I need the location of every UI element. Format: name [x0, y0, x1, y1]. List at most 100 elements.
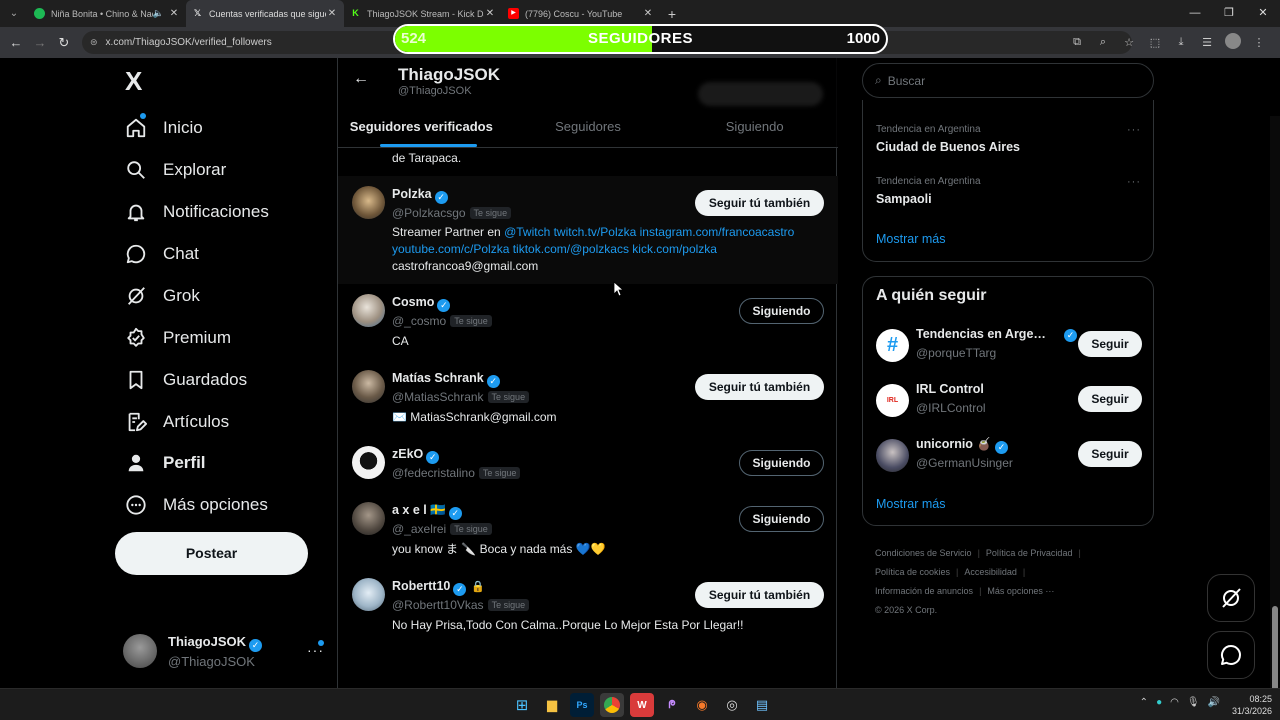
chevron-up-icon[interactable]: ⌃	[1140, 697, 1148, 708]
wifi-icon[interactable]: ◠	[1170, 697, 1179, 708]
wps-icon[interactable]: W	[630, 693, 654, 717]
back-icon[interactable]: ←	[4, 35, 28, 50]
following-button[interactable]: Siguiendo	[739, 298, 824, 324]
chrome-icon[interactable]	[600, 693, 624, 717]
footer-link[interactable]: Accesibilidad	[964, 567, 1017, 577]
close-icon[interactable]: ✕	[168, 8, 180, 19]
nav-item-profile[interactable]: Perfil	[125, 446, 206, 480]
show-more-link[interactable]: Mostrar más	[876, 232, 945, 246]
nav-item-home[interactable]: Inicio	[125, 111, 203, 145]
tab-1[interactable]: 𝕏 Cuentas verificadas que siguen ✕	[186, 0, 344, 27]
avatar[interactable]	[352, 446, 385, 479]
follow-back-button[interactable]: Seguir tú también	[695, 374, 824, 400]
notepad-icon[interactable]: ▤	[750, 693, 774, 717]
user-name[interactable]: Matías Schrank ✓	[392, 371, 500, 388]
zoom-icon[interactable]: ⌕	[1092, 36, 1114, 49]
star-icon[interactable]: ☆	[1118, 36, 1140, 49]
more-options-icon[interactable]: ···	[1127, 124, 1141, 136]
scrollbar[interactable]	[1270, 116, 1280, 688]
system-clock[interactable]: 08:25 31/3/2026	[1232, 693, 1272, 717]
list-item[interactable]: zEkO ✓ @fedecristalino Te sigue Siguiendo	[338, 436, 838, 492]
user-name[interactable]: Robertt10 ✓ 🔒	[392, 579, 485, 596]
account-switcher[interactable]: ThiagoJSOK ✓ @ThiagoJSOK ···	[123, 630, 333, 674]
avatar[interactable]	[352, 294, 385, 327]
windows-start-icon[interactable]: ⊞	[510, 693, 534, 717]
list-item[interactable]: a x e l 🇸🇪 ✓ @_axelrei Te sigue Siguiendo …	[338, 492, 838, 568]
nav-item-premium[interactable]: Premium	[125, 321, 231, 355]
user-name[interactable]: Cosmo ✓	[392, 295, 451, 312]
obs-icon[interactable]: ◎	[720, 693, 744, 717]
reload-icon[interactable]: ↻	[52, 35, 76, 51]
menu-icon[interactable]: ⋮	[1248, 36, 1270, 49]
show-more-link[interactable]: Mostrar más	[876, 497, 945, 511]
suggestion-row[interactable]: # Tendencias en Arge… ✓ @porqueTTarg Seg…	[876, 327, 1142, 367]
blender-icon[interactable]: ◉	[690, 693, 714, 717]
follow-back-button[interactable]: Seguir tú también	[695, 582, 824, 608]
footer-link[interactable]: Más opciones ···	[987, 586, 1054, 596]
new-tab-button[interactable]: +	[660, 6, 684, 22]
maximize-icon[interactable]: ❐	[1212, 0, 1246, 27]
follow-back-button[interactable]: Seguir tú también	[695, 190, 824, 216]
bio-links[interactable]: youtube.com/c/Polzka tiktok.com/@polzkac…	[392, 242, 717, 256]
avatar[interactable]	[352, 502, 385, 535]
file-explorer-icon[interactable]: ▆	[540, 693, 564, 717]
footer-link[interactable]: Política de Privacidad	[986, 548, 1073, 558]
tab-verified-followers[interactable]: Seguidores verificados	[338, 113, 505, 148]
back-arrow-icon[interactable]: ←	[353, 70, 369, 88]
tab-3[interactable]: ▶ (7796) Coscu - YouTube ✕	[502, 0, 660, 27]
bio-links[interactable]: @Twitch twitch.tv/Polzka instagram.com/f…	[504, 225, 794, 239]
nav-item-notifications[interactable]: Notificaciones	[125, 195, 269, 229]
avatar-icon[interactable]	[1222, 33, 1244, 52]
site-info-icon[interactable]: ⊜	[90, 37, 98, 48]
microphone-icon[interactable]: 🎙	[1187, 697, 1200, 708]
nav-item-grok[interactable]: Grok	[125, 279, 200, 313]
user-name[interactable]: zEkO ✓	[392, 447, 440, 464]
trend-item[interactable]: Tendencia en Argentina Ciudad de Buenos …	[876, 124, 1141, 154]
nav-item-more[interactable]: Más opciones	[125, 488, 268, 522]
follow-button[interactable]: Seguir	[1078, 331, 1142, 357]
suggestion-row[interactable]: IRL IRL Control @IRLControl Seguir	[876, 382, 1142, 422]
close-icon[interactable]: ✕	[484, 8, 496, 19]
search-input[interactable]: ⌕ Buscar	[862, 63, 1154, 98]
download-icon[interactable]: ⤓	[1170, 36, 1192, 49]
photoshop-icon[interactable]: Ps	[570, 693, 594, 717]
network-app-icon[interactable]: ●	[1156, 697, 1162, 708]
grok-fab-icon[interactable]	[1207, 574, 1255, 622]
nav-item-articles[interactable]: Artículos	[125, 405, 229, 439]
list-item[interactable]: Polzka ✓ @Polzkacsgo Te sigue Seguir tú ta…	[338, 176, 838, 284]
list-item[interactable]: Cosmo ✓ @_cosmo Te sigue Siguiendo CA	[338, 284, 838, 360]
extensions-icon[interactable]: ⬚	[1144, 36, 1166, 49]
list-item[interactable]: Matías Schrank ✓ @MatiasSchrank Te sigue S…	[338, 360, 838, 436]
chat-fab-icon[interactable]	[1207, 631, 1255, 679]
avatar[interactable]	[352, 578, 385, 611]
volume-icon[interactable]: 🔊	[1208, 697, 1220, 708]
trend-item[interactable]: Tendencia en Argentina Sampaoli ···	[876, 176, 1141, 206]
tab-following[interactable]: Siguiendo	[671, 113, 838, 148]
following-button[interactable]: Siguiendo	[739, 506, 824, 532]
reading-list-icon[interactable]: ☰	[1196, 36, 1218, 49]
forward-icon[interactable]: →	[28, 35, 52, 50]
user-name[interactable]: Polzka ✓	[392, 187, 448, 204]
nav-item-explore[interactable]: Explorar	[125, 153, 226, 187]
more-options-icon[interactable]: ···	[1127, 176, 1141, 188]
tab-followers[interactable]: Seguidores	[505, 113, 672, 148]
follow-button[interactable]: Seguir	[1078, 441, 1142, 467]
close-icon[interactable]: ✕	[326, 8, 338, 19]
close-window-icon[interactable]: ✕	[1246, 0, 1280, 27]
tab-0[interactable]: Niña Bonita • Chino & Nacho 🔈 ✕	[28, 0, 186, 27]
avatar[interactable]	[352, 186, 385, 219]
footer-link[interactable]: Información de anuncios	[875, 586, 973, 596]
suggestion-row[interactable]: unicornio 🧉 ✓ @GermanUsinger Seguir	[876, 437, 1142, 477]
cast-icon[interactable]: ⧉	[1066, 36, 1088, 49]
nav-item-bookmarks[interactable]: Guardados	[125, 363, 247, 397]
close-icon[interactable]: ✕	[642, 8, 654, 19]
scrollbar-thumb[interactable]	[1272, 606, 1278, 688]
footer-link[interactable]: Condiciones de Servicio	[875, 548, 972, 558]
streaming-app-icon[interactable]: ᖘ	[660, 693, 684, 717]
tab-search-icon[interactable]: ⌄	[0, 0, 28, 27]
list-item[interactable]: Robertt10 ✓ 🔒 @Robertt10Vkas Te sigue Segui…	[338, 568, 838, 644]
nav-item-chat[interactable]: Chat	[125, 237, 199, 271]
minimize-icon[interactable]: —	[1178, 0, 1212, 27]
following-button[interactable]: Siguiendo	[739, 450, 824, 476]
user-name[interactable]: a x e l 🇸🇪 ✓	[392, 503, 462, 520]
